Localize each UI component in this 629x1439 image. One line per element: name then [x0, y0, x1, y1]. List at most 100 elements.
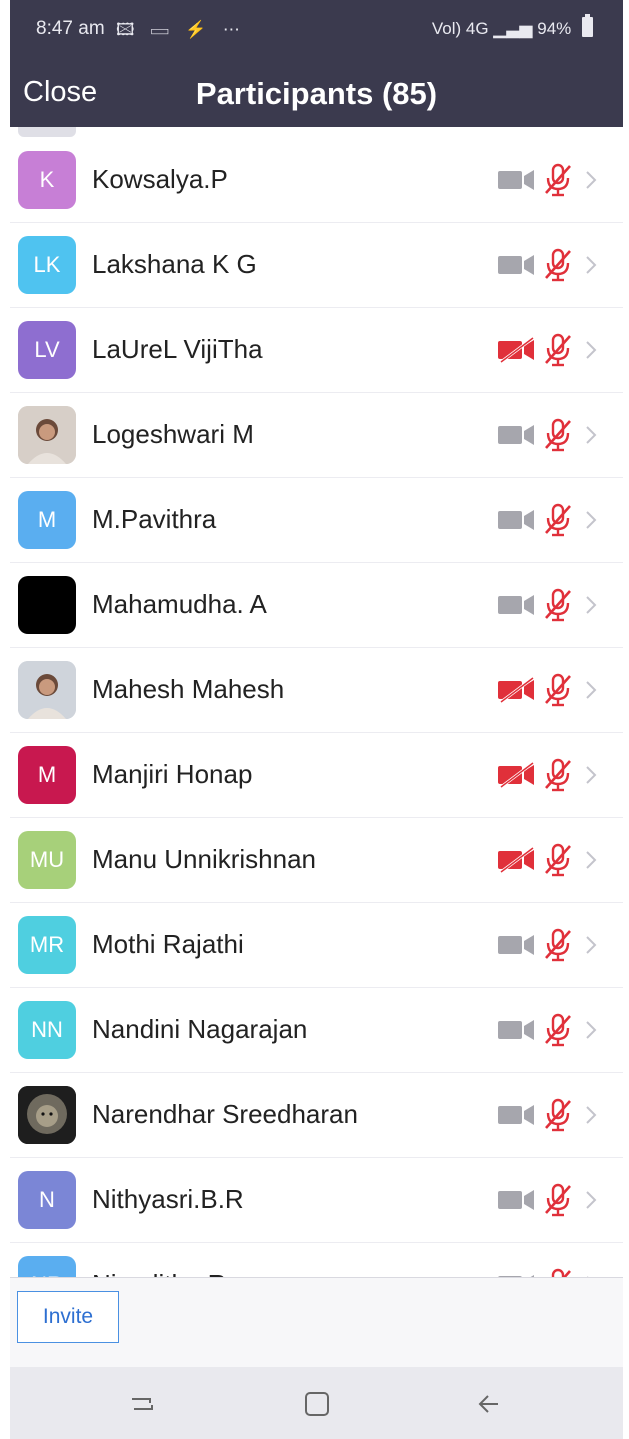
avatar: K [18, 151, 76, 209]
previous-avatar-sliver [18, 127, 76, 137]
participant-name: Kowsalya.P [92, 164, 228, 194]
avatar: NN [18, 1001, 76, 1059]
participant-status-icons [497, 928, 607, 962]
participant-name: Lakshana K G [92, 249, 257, 279]
video-icon [497, 932, 537, 958]
video-icon [497, 1102, 537, 1128]
chevron-right-icon [583, 849, 599, 871]
recent-apps-icon[interactable] [122, 1389, 162, 1419]
chevron-right-icon [583, 169, 599, 191]
status-time: 8:47 am [36, 18, 105, 39]
participant-status-icons [497, 1013, 607, 1047]
avatar-initials: LV [34, 337, 60, 362]
home-icon[interactable] [297, 1389, 337, 1419]
participant-status-icons [497, 1183, 607, 1217]
battery-icon [582, 14, 593, 37]
avatar-initials: M [37, 507, 57, 532]
mic-muted-icon [543, 1268, 573, 1277]
participant-row[interactable]: MU Manu Unnikrishnan [10, 817, 623, 903]
video-off-icon [497, 761, 537, 789]
video-off-icon [497, 336, 537, 364]
participant-row[interactable]: Narendhar Sreedharan [10, 1072, 623, 1158]
avatar: LK [18, 236, 76, 294]
invite-button[interactable]: Invite [17, 1291, 119, 1343]
mic-muted-icon [543, 928, 573, 962]
participant-row[interactable]: NR Niveditha R [10, 1242, 623, 1277]
mic-muted-icon [543, 333, 573, 367]
avatar: MR [18, 916, 76, 974]
participant-status-icons [497, 248, 607, 282]
participant-row[interactable]: NN Nandini Nagarajan [10, 987, 623, 1073]
participant-row[interactable]: Logeshwari M [10, 392, 623, 478]
chevron-right-icon [583, 1189, 599, 1211]
participant-row[interactable]: M Manjiri Honap [10, 732, 623, 818]
video-icon [497, 1187, 537, 1213]
close-button[interactable]: Close [23, 76, 97, 109]
participant-status-icons [497, 673, 607, 707]
mic-muted-icon [543, 503, 573, 537]
participant-status-icons [497, 163, 607, 197]
video-icon [497, 167, 537, 193]
participant-row[interactable]: N Nithyasri.B.R [10, 1157, 623, 1243]
avatar-initials: K [39, 167, 55, 192]
video-icon [497, 507, 537, 533]
android-nav-bar [10, 1367, 623, 1439]
chevron-right-icon [583, 339, 599, 361]
participant-status-icons [497, 1268, 607, 1277]
footer-bar: Invite [10, 1277, 623, 1368]
participant-row[interactable]: LK Lakshana K G [10, 222, 623, 308]
status-right: Vol) 4G ▁▃▅ 94% [431, 14, 593, 39]
mic-muted-icon [543, 588, 573, 622]
participant-row[interactable]: MR Mothi Rajathi [10, 902, 623, 988]
chevron-right-icon [583, 679, 599, 701]
chevron-right-icon [583, 934, 599, 956]
participant-row[interactable]: K Kowsalya.P [10, 137, 623, 223]
participant-status-icons [497, 758, 607, 792]
avatar: N [18, 1171, 76, 1229]
participant-name: M.Pavithra [92, 504, 217, 534]
battery-percent: 94% [537, 19, 572, 38]
avatar: M [18, 491, 76, 549]
avatar: M [18, 746, 76, 804]
participant-status-icons [497, 333, 607, 367]
chevron-right-icon [583, 1019, 599, 1041]
participant-row[interactable]: M M.Pavithra [10, 477, 623, 563]
avatar-initials: MR [29, 932, 65, 957]
avatar-initials: LK [33, 252, 61, 277]
participant-row[interactable]: Mahamudha. A [10, 562, 623, 648]
avatar-photo [18, 1086, 76, 1144]
video-icon [497, 592, 537, 618]
participants-list[interactable]: K Kowsalya.P LK Lakshana K G LV LaUreL VijiTh… [10, 127, 623, 1277]
network-indicator: Vol) 4G [431, 19, 489, 38]
chevron-right-icon [583, 254, 599, 276]
participant-name: LaUreL VijiTha [92, 334, 263, 364]
participant-row[interactable]: LV LaUreL VijiTha [10, 307, 623, 393]
avatar-photo [18, 406, 76, 464]
participant-status-icons [497, 1098, 607, 1132]
participant-name: Logeshwari M [92, 419, 254, 449]
participant-name: Nandini Nagarajan [92, 1014, 308, 1044]
mic-muted-icon [543, 418, 573, 452]
status-bar: 8:47 am 🖾 ▭ ⚡ ⋯ Vol) 4G ▁▃▅ 94% [10, 0, 623, 58]
video-off-icon [497, 676, 537, 704]
avatar: MU [18, 831, 76, 889]
avatar-photo [18, 661, 76, 719]
participant-name: Narendhar Sreedharan [92, 1099, 358, 1129]
chevron-right-icon [583, 1104, 599, 1126]
avatar-initials: MU [29, 847, 65, 872]
back-icon[interactable] [470, 1389, 510, 1419]
mic-muted-icon [543, 163, 573, 197]
participant-name: Nithyasri.B.R [92, 1184, 244, 1214]
participant-name: Mothi Rajathi [92, 929, 244, 959]
avatar-initials: M [37, 762, 57, 787]
header: 8:47 am 🖾 ▭ ⚡ ⋯ Vol) 4G ▁▃▅ 94% Close Pa… [10, 0, 623, 127]
chevron-right-icon [583, 509, 599, 531]
participant-row[interactable]: Mahesh Mahesh [10, 647, 623, 733]
video-icon [497, 422, 537, 448]
participant-name: Niveditha R [92, 1269, 226, 1277]
participant-name: Manu Unnikrishnan [92, 844, 317, 874]
chevron-right-icon [583, 764, 599, 786]
participant-status-icons [497, 503, 607, 537]
mic-muted-icon [543, 1013, 573, 1047]
video-off-icon [497, 846, 537, 874]
